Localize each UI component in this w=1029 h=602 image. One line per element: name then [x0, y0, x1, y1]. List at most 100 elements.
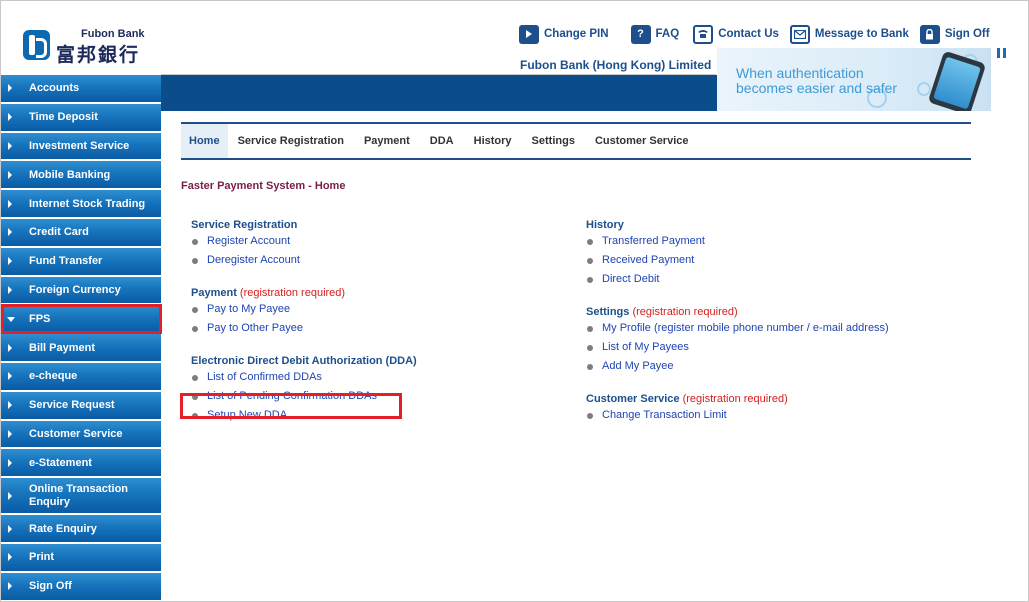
sidebar-item-bill-payment[interactable]: Bill Payment: [1, 334, 161, 361]
company-name: Fubon Bank (Hong Kong) Limited: [520, 58, 712, 72]
section-title-history: History: [586, 219, 986, 235]
telephone-icon: [693, 24, 714, 44]
section-title-text: Electronic Direct Debit Authorization (D…: [191, 355, 417, 367]
sidebar-item-foreign-currency[interactable]: Foreign Currency: [1, 276, 161, 304]
sidebar-item-label: Investment Service: [29, 139, 130, 152]
section-title-text: History: [586, 219, 624, 231]
sidebar-item-internet-stock-trading[interactable]: Internet Stock Trading: [1, 190, 161, 217]
arrow-right-icon: [8, 491, 12, 500]
sidebar-item-e-statement[interactable]: e-Statement: [1, 449, 161, 477]
arrow-right-icon: [8, 582, 12, 591]
sign-off-top-label: Sign Off: [944, 28, 990, 40]
arrow-right-icon: [8, 170, 12, 179]
sidebar-item-label: Foreign Currency: [29, 283, 121, 296]
sidebar-menu: Accounts Time Deposit Investment Service…: [1, 75, 161, 602]
sign-off-top-link[interactable]: Sign Off: [919, 24, 990, 44]
deregister-account-link[interactable]: Deregister Account: [191, 254, 571, 273]
sidebar-item-e-cheque[interactable]: e-cheque: [1, 362, 161, 390]
sidebar-item-rate-enquiry[interactable]: Rate Enquiry: [1, 515, 161, 542]
sidebar-item-label: Time Deposit: [29, 111, 98, 124]
arrow-right-icon: [8, 553, 12, 562]
section-title-settings: Settings (registration required): [586, 306, 986, 322]
page-title: Faster Payment System - Home: [181, 180, 346, 192]
registration-required-note: (registration required): [239, 287, 346, 299]
registration-required-note: (registration required): [682, 393, 788, 405]
received-payment-link[interactable]: Received Payment: [586, 254, 986, 273]
pause-icon[interactable]: [997, 48, 1007, 59]
arrow-right-icon: [8, 401, 12, 410]
sidebar-item-label: Accounts: [29, 82, 80, 95]
tab-home[interactable]: Home: [181, 124, 228, 158]
transferred-payment-link[interactable]: Transferred Payment: [586, 235, 986, 254]
fps-tab-bar: Home Service Registration Payment DDA Hi…: [181, 122, 971, 160]
arrow-right-icon: [8, 228, 12, 237]
fps-highlight-box: [1, 304, 162, 334]
sidebar-item-customer-service[interactable]: Customer Service: [1, 420, 161, 448]
fubon-logo-icon: [23, 30, 50, 60]
sidebar-item-time-deposit[interactable]: Time Deposit: [1, 103, 161, 131]
envelope-icon: [789, 24, 810, 44]
arrow-right-icon: [8, 199, 12, 208]
banner-line-1: When authentication: [736, 65, 864, 81]
arrow-right-icon: [8, 285, 12, 294]
change-transaction-limit-link[interactable]: Change Transaction Limit: [586, 409, 986, 428]
sidebar-item-label: Internet Stock Trading: [29, 197, 146, 210]
sidebar-item-online-transaction-enquiry[interactable]: Online Transaction Enquiry: [1, 478, 161, 514]
my-profile-link[interactable]: My Profile (register mobile phone number…: [586, 322, 986, 341]
right-column: History Transferred Payment Received Pay…: [586, 219, 986, 428]
direct-debit-link[interactable]: Direct Debit: [586, 273, 986, 292]
tab-customer-service[interactable]: Customer Service: [585, 124, 699, 158]
list-confirmed-ddas-link[interactable]: List of Confirmed DDAs: [191, 371, 571, 390]
sidebar-item-accounts[interactable]: Accounts: [1, 75, 161, 102]
sidebar-item-label: e-Statement: [29, 456, 92, 469]
message-to-bank-link[interactable]: Message to Bank: [789, 24, 909, 44]
tab-dda[interactable]: DDA: [420, 124, 464, 158]
sidebar-item-print[interactable]: Print: [1, 543, 161, 571]
tab-settings[interactable]: Settings: [522, 124, 585, 158]
sidebar-item-label: Customer Service: [29, 427, 123, 440]
promo-banner[interactable]: When authentication becomes easier and s…: [717, 48, 991, 111]
contact-us-link[interactable]: Contact Us: [693, 24, 779, 44]
sidebar-item-sign-off[interactable]: Sign Off: [1, 572, 161, 600]
register-account-link[interactable]: Register Account: [191, 235, 571, 254]
lock-icon: [919, 24, 940, 44]
arrow-right-icon: [8, 372, 12, 381]
sidebar-item-mobile-banking[interactable]: Mobile Banking: [1, 161, 161, 189]
section-title-service-registration: Service Registration: [191, 219, 571, 235]
tab-history[interactable]: History: [464, 124, 522, 158]
top-links: Change PIN ? FAQ Contact Us Message to B…: [519, 24, 1002, 44]
section-title-text: Settings: [586, 306, 630, 318]
sidebar-item-service-request[interactable]: Service Request: [1, 391, 161, 419]
arrow-right-icon: [8, 84, 12, 93]
sidebar-item-label: Fund Transfer: [29, 255, 103, 268]
sidebar-item-investment-service[interactable]: Investment Service: [1, 132, 161, 160]
contact-us-label: Contact Us: [718, 28, 779, 40]
arrow-right-icon: [8, 343, 12, 352]
change-pin-label: Change PIN: [544, 28, 609, 40]
arrow-right-icon: [8, 458, 12, 467]
section-title-payment: Payment (registration required): [191, 287, 571, 303]
change-pin-link[interactable]: Change PIN: [519, 24, 609, 44]
sidebar-item-credit-card[interactable]: Credit Card: [1, 218, 161, 246]
pay-to-my-payee-link[interactable]: Pay to My Payee: [191, 303, 571, 322]
fubon-logo[interactable]: Fubon Bank 富邦銀行: [23, 28, 153, 66]
faq-link[interactable]: ? FAQ: [630, 24, 679, 44]
section-title-text: Payment: [191, 287, 237, 299]
arrow-right-icon: [8, 429, 12, 438]
logo-chinese: 富邦銀行: [56, 44, 141, 66]
sidebar-item-label: Print: [29, 551, 55, 564]
sidebar-item-label: Sign Off: [29, 580, 72, 593]
pay-to-other-payee-link[interactable]: Pay to Other Payee: [191, 322, 571, 341]
list-my-payees-link[interactable]: List of My Payees: [586, 341, 986, 360]
banner-circle-decoration: [917, 82, 931, 96]
add-my-payee-link[interactable]: Add My Payee: [586, 360, 986, 379]
arrow-right-icon: [8, 257, 12, 266]
arrow-right-icon: [8, 113, 12, 122]
sidebar-item-fund-transfer[interactable]: Fund Transfer: [1, 247, 161, 275]
sidebar-item-label: Service Request: [29, 399, 115, 412]
tab-service-registration[interactable]: Service Registration: [228, 124, 354, 158]
sidebar-item-label: Rate Enquiry: [29, 522, 97, 535]
tab-payment[interactable]: Payment: [354, 124, 420, 158]
sidebar-item-label: e-cheque: [29, 370, 78, 383]
sidebar-item-label: Credit Card: [29, 226, 89, 239]
